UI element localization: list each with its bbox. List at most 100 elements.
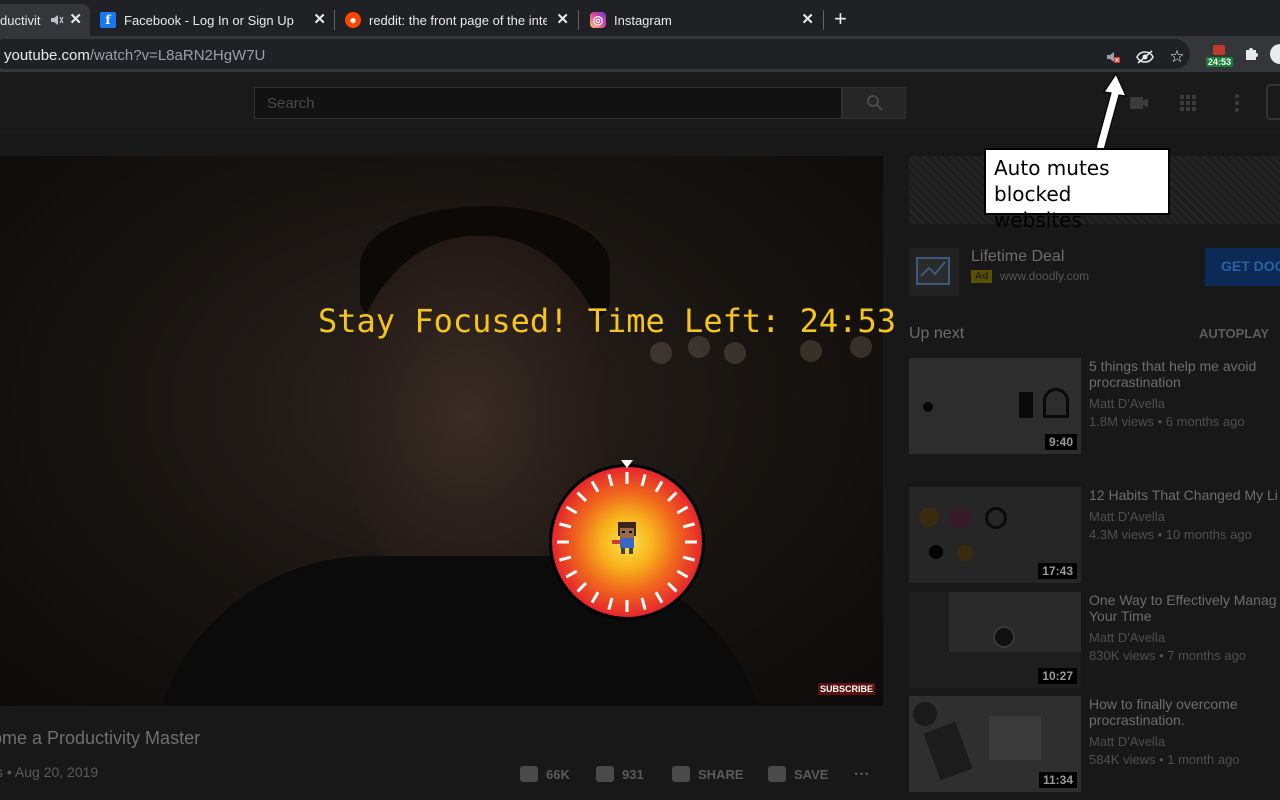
video-title: ome a Productivity Master	[0, 728, 201, 748]
close-tab-icon[interactable]: ✕	[313, 11, 326, 29]
video-item-channel[interactable]: Matt D'Avella	[1089, 509, 1165, 524]
ad-title: Lifetime Deal	[971, 248, 1065, 265]
site-muted-icon[interactable]	[1104, 48, 1122, 66]
ad-logo	[909, 248, 959, 296]
tab-reddit[interactable]: ● reddit: the front page of the inter ✕	[345, 4, 577, 36]
share-button[interactable]: SHARE	[672, 766, 744, 782]
annotation-arrow	[1095, 72, 1127, 151]
ad-card[interactable]: Lifetime Deal Ad www.doodly.com GET DOO	[909, 248, 1280, 298]
share-icon	[672, 766, 690, 782]
extension-robot-icon	[1213, 45, 1225, 55]
background-light	[650, 342, 672, 364]
up-next-video[interactable]: 9:40 5 things that help me avoid procras…	[909, 358, 1280, 454]
address-bar[interactable]: youtube.com/watch?v=L8aRN2HgW7U ☆	[0, 39, 1190, 69]
tab-separator	[578, 10, 579, 30]
like-button[interactable]: 66K	[520, 766, 570, 782]
background-light	[724, 342, 746, 364]
video-duration: 9:40	[1044, 434, 1077, 450]
video-duration: 10:27	[1038, 668, 1077, 684]
video-item-stats: 830K views • 7 months ago	[1089, 648, 1247, 663]
video-item-channel[interactable]: Matt D'Avella	[1089, 630, 1165, 645]
muted-speaker-icon[interactable]	[50, 13, 64, 27]
more-vert-icon[interactable]	[1226, 92, 1248, 114]
tab-title: reddit: the front page of the inter	[369, 12, 547, 28]
more-label: ···	[854, 766, 870, 783]
eye-off-icon[interactable]	[1136, 48, 1154, 66]
video-item-title[interactable]: 12 Habits That Changed My Li	[1089, 487, 1280, 503]
callout-line-2: blocked websites	[994, 182, 1082, 232]
pomodoro-dial	[549, 460, 705, 620]
ad-cta-button[interactable]: GET DOO	[1205, 248, 1280, 286]
close-tab-icon[interactable]: ✕	[556, 11, 569, 29]
close-tab-icon[interactable]: ✕	[801, 11, 814, 29]
tab-facebook[interactable]: f Facebook - Log In or Sign Up ✕	[100, 4, 334, 36]
reddit-icon: ●	[345, 12, 361, 28]
search-button[interactable]	[842, 87, 906, 119]
url-path: /watch?v=L8aRN2HgW7U	[89, 47, 266, 64]
extensions-puzzle-icon[interactable]	[1242, 45, 1260, 63]
focus-timer-overlay-text: Stay Focused! Time Left: 24:53	[318, 302, 896, 340]
annotation-callout: Auto mutes blocked websites	[984, 148, 1170, 232]
timer-extension-button[interactable]: 24:53	[1206, 45, 1234, 67]
instagram-icon: ◎	[590, 12, 606, 28]
close-tab-icon[interactable]: ✕	[69, 11, 82, 29]
video-item-channel[interactable]: Matt D'Avella	[1089, 734, 1165, 749]
video-thumbnail[interactable]: 9:40	[909, 358, 1081, 454]
video-duration: 17:43	[1038, 563, 1077, 579]
up-next-label: Up next	[909, 325, 965, 342]
facebook-icon: f	[100, 12, 116, 28]
screen: ductivit ✕ f Facebook - Log In or Sign U…	[0, 0, 1280, 800]
autoplay-toggle[interactable]: AUTOPLAY	[1199, 326, 1269, 341]
video-player[interactable]: SUBSCRIBE	[0, 156, 883, 706]
create-video-icon[interactable]	[1128, 92, 1150, 114]
extension-timer-badge: 24:53	[1206, 57, 1234, 67]
video-item-stats: 584K views • 1 month ago	[1089, 752, 1240, 767]
thumbs-down-icon	[596, 766, 614, 782]
video-thumbnail[interactable]: 17:43	[909, 487, 1081, 583]
playlist-add-icon	[768, 766, 786, 782]
video-item-title[interactable]: One Way to Effectively Manag Your Time	[1089, 592, 1280, 624]
profile-avatar[interactable]	[1270, 44, 1280, 64]
search-placeholder: Search	[267, 95, 315, 112]
video-thumbnail[interactable]: 11:34	[909, 696, 1081, 792]
sign-in-button[interactable]	[1266, 84, 1280, 120]
tab-instagram[interactable]: ◎ Instagram ✕	[590, 4, 822, 36]
video-item-stats: 1.8M views • 6 months ago	[1089, 414, 1245, 429]
video-item-title[interactable]: How to finally overcome procrastination.	[1089, 696, 1280, 728]
save-button[interactable]: SAVE	[768, 766, 828, 782]
browser-toolbar: youtube.com/watch?v=L8aRN2HgW7U ☆ 24:53	[0, 36, 1280, 72]
dislike-button[interactable]: 931	[596, 766, 644, 782]
thumbs-up-icon	[520, 766, 538, 782]
dislike-count: 931	[622, 766, 644, 782]
video-duration: 11:34	[1038, 772, 1077, 788]
url-host: youtube.com	[4, 47, 90, 64]
up-next-video[interactable]: 10:27 One Way to Effectively Manag Your …	[909, 592, 1280, 688]
save-label: SAVE	[794, 766, 829, 782]
video-item-title[interactable]: 5 things that help me avoid procrastinat…	[1089, 358, 1280, 390]
video-thumbnail[interactable]: 10:27	[909, 592, 1081, 688]
tab-title: Instagram	[614, 12, 672, 28]
up-next-video[interactable]: 11:34 How to finally overcome procrastin…	[909, 696, 1280, 792]
video-meta: s • Aug 20, 2019	[0, 764, 99, 780]
tab-youtube[interactable]: ductivit ✕	[0, 4, 90, 36]
apps-grid-icon[interactable]	[1177, 92, 1199, 114]
search-input[interactable]: Search	[254, 87, 842, 119]
new-tab-button[interactable]: +	[834, 6, 847, 32]
video-item-channel[interactable]: Matt D'Avella	[1089, 396, 1165, 411]
tab-title: Facebook - Log In or Sign Up	[124, 12, 294, 28]
tab-strip: ductivit ✕ f Facebook - Log In or Sign U…	[0, 0, 1280, 36]
tab-separator	[823, 10, 824, 30]
search-icon	[867, 95, 883, 111]
like-count: 66K	[546, 766, 570, 782]
up-next-video[interactable]: 17:43 12 Habits That Changed My Li Matt …	[909, 487, 1280, 583]
video-item-stats: 4.3M views • 10 months ago	[1089, 527, 1252, 542]
tab-separator	[334, 10, 335, 30]
more-actions-button[interactable]: ···	[854, 766, 870, 784]
ad-tag: Ad	[971, 270, 993, 283]
bookmark-star-icon[interactable]: ☆	[1168, 47, 1186, 66]
ad-url: www.doodly.com	[1000, 269, 1090, 283]
subscribe-watermark[interactable]: SUBSCRIBE	[818, 683, 876, 695]
background-light	[800, 340, 822, 362]
url-text[interactable]: youtube.com/watch?v=L8aRN2HgW7U	[4, 47, 265, 64]
callout-line-1: Auto mutes	[994, 156, 1110, 180]
